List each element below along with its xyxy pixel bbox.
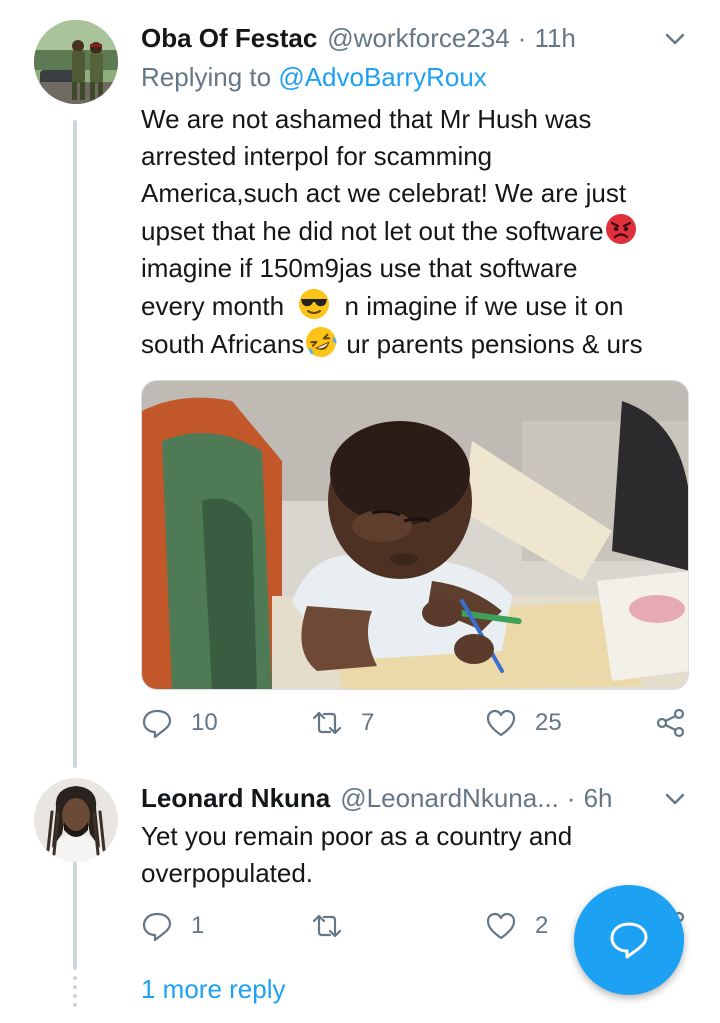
tweet-image[interactable]	[141, 380, 689, 690]
compose-reply-icon	[610, 922, 648, 959]
angry-face-emoji	[605, 214, 636, 244]
reply-icon	[142, 912, 172, 942]
avatar[interactable]	[34, 778, 118, 862]
thread-dots	[73, 976, 77, 1012]
like-button[interactable]: 25	[485, 707, 562, 739]
tweet-line: We are not ashamed that Mr Hush was	[141, 104, 592, 134]
display-name[interactable]: Oba Of Festac	[141, 23, 317, 54]
tweet-header: Oba Of Festac @workforce234 · 11h	[141, 18, 710, 58]
like-count: 25	[535, 709, 562, 736]
tweet-line-with-emoji: every month n imagine if we use it on	[141, 287, 701, 325]
reply-mention-link[interactable]: @AdvoBarryRoux	[278, 62, 486, 92]
reply-count: 10	[191, 709, 218, 736]
avatar[interactable]	[34, 20, 118, 104]
share-button[interactable]	[655, 707, 687, 739]
chevron-down-icon[interactable]	[660, 24, 690, 54]
replying-prefix: Replying to	[141, 62, 279, 92]
thread-line	[73, 858, 77, 970]
retweet-button[interactable]	[311, 910, 361, 942]
tweet-text: Yet you remain poor as a country and ove…	[141, 818, 701, 892]
tweet-text: We are not ashamed that Mr Hush was arre…	[141, 101, 701, 363]
tweet-line: America,such act we celebrat! We are jus…	[141, 178, 627, 208]
more-replies-link[interactable]: 1 more reply	[141, 974, 286, 1005]
user-handle[interactable]: @LeonardNkuna...	[340, 783, 559, 814]
tweet-actions: 10 7 25	[141, 707, 701, 747]
display-name[interactable]: Leonard Nkuna	[141, 783, 330, 814]
timestamp[interactable]: 6h	[584, 783, 613, 814]
tweet-line: every month	[141, 291, 285, 321]
reply-count: 1	[191, 912, 205, 939]
tweet-line: n imagine if we use it on	[344, 291, 624, 321]
retweet-count: 7	[361, 709, 375, 736]
tweet-line: Yet you remain poor as a country and	[141, 821, 573, 851]
tweet-line: arrested interpol for scamming	[141, 141, 493, 171]
tweet-line: upset that he did not let out the softwa…	[141, 216, 604, 246]
tweet-line: imagine if 150m9jas use that software	[141, 253, 578, 283]
like-count: 2	[535, 912, 549, 939]
timestamp[interactable]: 11h	[534, 23, 575, 54]
like-icon	[486, 912, 516, 940]
like-icon	[486, 709, 516, 737]
user-handle[interactable]: @workforce234	[327, 23, 509, 54]
retweet-button[interactable]: 7	[311, 707, 374, 739]
replying-to: Replying to @AdvoBarryRoux	[141, 62, 487, 93]
reply-button[interactable]: 1	[141, 910, 204, 942]
reply-icon	[142, 709, 172, 739]
thread-line	[73, 120, 77, 768]
retweet-icon	[312, 914, 342, 938]
share-icon	[656, 708, 685, 738]
sunglasses-face-emoji	[299, 289, 330, 319]
separator: ·	[566, 782, 576, 813]
tweet-line: ur parents pensions & urs	[346, 329, 643, 359]
rofl-face-emoji	[306, 327, 337, 357]
tweet-line-with-emoji: upset that he did not let out the softwa…	[141, 212, 701, 250]
chevron-down-icon[interactable]	[660, 784, 690, 814]
compose-reply-button[interactable]	[574, 885, 684, 995]
tweet-line: south Africans	[141, 329, 305, 359]
separator: ·	[517, 22, 527, 53]
retweet-icon	[312, 711, 342, 735]
reply-button[interactable]: 10	[141, 707, 218, 739]
like-button[interactable]: 2	[485, 910, 548, 942]
tweet-line-with-emoji: south Africans ur parents pensions & urs	[141, 325, 701, 363]
tweet-header: Leonard Nkuna @LeonardNkuna... · 6h	[141, 778, 710, 818]
